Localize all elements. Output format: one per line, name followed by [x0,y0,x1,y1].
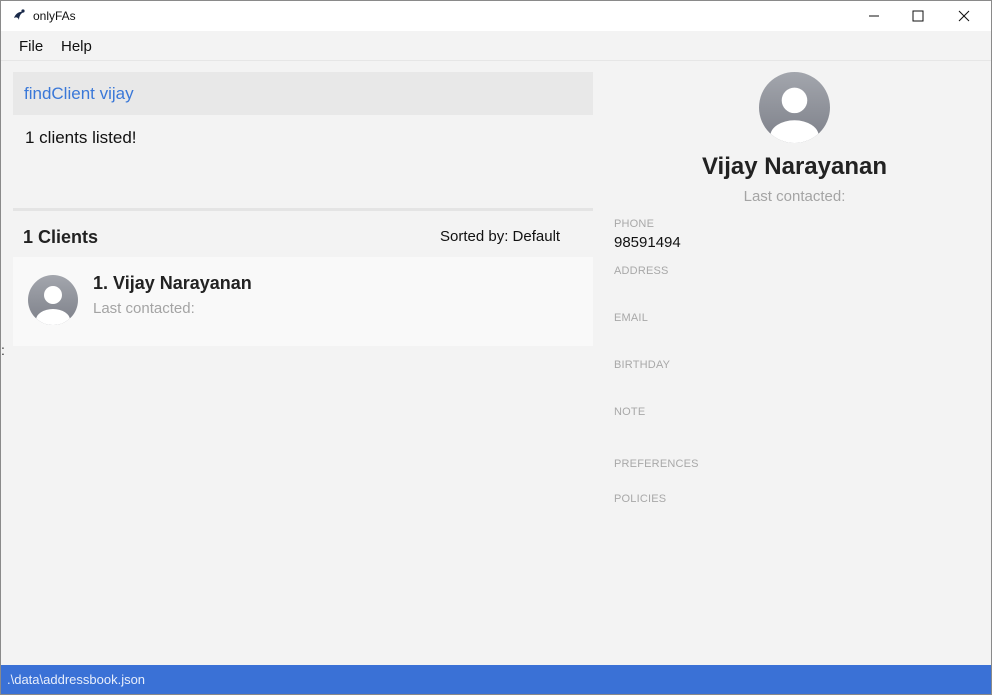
birthday-label: BIRTHDAY [614,359,671,371]
data-file-path: .\data\addressbook.json [7,672,146,687]
detail-last-contacted: Last contacted: [743,188,846,205]
minimize-button[interactable] [851,1,897,31]
command-input[interactable]: findClient vijay [13,72,593,115]
detail-client-name: Vijay Narayanan [701,153,887,180]
client-count-label: 1 Clients [23,227,99,247]
close-button[interactable] [941,1,987,31]
command-text[interactable]: findClient vijay [24,84,134,104]
title-bar[interactable]: onlyFAs [1,1,991,31]
client-list-item[interactable]: 1. Vijay Narayanan Last contacted: [13,257,593,346]
minimize-icon [869,15,879,17]
result-message: 1 clients listed! [25,128,137,147]
client-name: 1. Vijay Narayanan [93,273,252,293]
window-title: onlyFAs [33,9,76,23]
menu-bar: File Help [1,31,991,61]
phone-label: PHONE [614,218,655,230]
preferences-label: PREFERENCES [614,458,699,470]
left-edge-mark: : [1,342,5,358]
panel-divider[interactable] [13,208,593,211]
sort-indicator: Sorted by: Default [440,228,561,245]
app-window: onlyFAs File Help findClient vijay 1 cli… [0,0,992,695]
client-last-contacted: Last contacted: [93,300,195,317]
app-logo-icon [14,9,25,20]
status-bar: .\data\addressbook.json [1,665,991,694]
phone-value: 98591494 [614,234,681,251]
close-icon [958,10,970,22]
menu-help[interactable]: Help [61,38,92,55]
menu-file[interactable]: File [19,38,43,55]
policies-label: POLICIES [614,493,667,505]
email-label: EMAIL [614,312,649,324]
avatar-icon [28,275,78,325]
maximize-button[interactable] [895,1,941,31]
note-label: NOTE [614,406,646,418]
detail-avatar-icon [759,72,830,143]
maximize-icon [912,10,924,22]
address-label: ADDRESS [614,265,669,277]
